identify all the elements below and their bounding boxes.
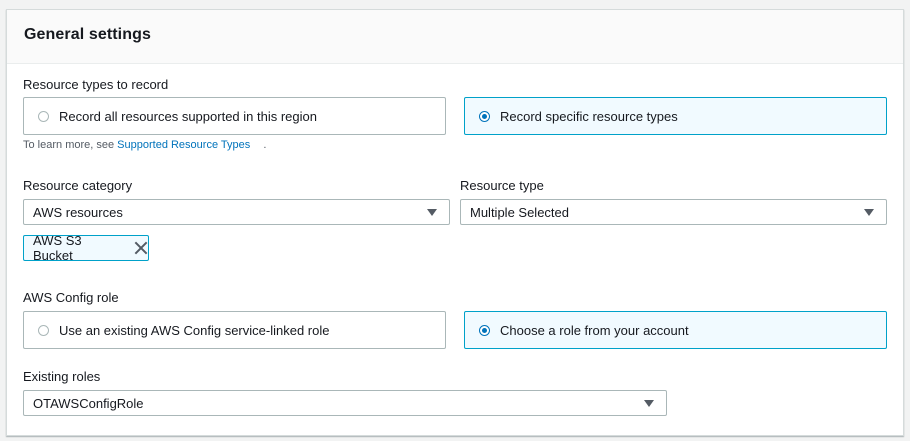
existing-roles-value: OTAWSConfigRole [33, 395, 144, 411]
resource-types-help: To learn more, see Supported Resource Ty… [23, 139, 266, 151]
resource-category-select[interactable]: AWS resources [23, 199, 450, 225]
resource-types-label: Resource types to record [23, 77, 169, 92]
resource-type-value: Multiple Selected [470, 204, 569, 220]
close-icon[interactable] [134, 241, 148, 255]
help-prefix: To learn more, see [23, 139, 115, 151]
caret-down-icon [864, 209, 874, 216]
help-suffix: . [263, 139, 267, 151]
resource-type-label: Resource type [460, 178, 544, 193]
record-specific-resources-label: Record specific resource types [500, 108, 678, 124]
radio-checked-icon[interactable] [479, 324, 490, 336]
radio-unchecked-icon[interactable] [38, 324, 49, 336]
existing-service-linked-role-option[interactable]: Use an existing AWS Config service-linke… [23, 311, 446, 349]
panel-header: General settings [7, 10, 903, 64]
resource-category-label: Resource category [23, 178, 133, 193]
radio-unchecked-icon[interactable] [38, 110, 49, 122]
supported-resource-types-link[interactable]: Supported Resource Types [117, 139, 250, 151]
panel-title: General settings [24, 26, 151, 43]
radio-checked-icon[interactable] [479, 110, 490, 122]
token-label: AWS S3 Bucket [33, 233, 82, 263]
selected-token: AWS S3 Bucket [23, 233, 149, 263]
caret-down-icon [427, 209, 437, 216]
caret-down-icon [644, 400, 654, 407]
choose-role-label: Choose a role from your account [500, 322, 689, 338]
choose-role-option[interactable]: Choose a role from your account [464, 311, 887, 349]
record-specific-resources-option[interactable]: Record specific resource types [464, 97, 887, 135]
resource-category-value: AWS resources [33, 204, 123, 220]
existing-service-linked-role-label: Use an existing AWS Config service-linke… [59, 322, 330, 338]
general-settings-panel: General settings Resource types to recor… [6, 9, 904, 436]
existing-roles-select[interactable]: OTAWSConfigRole [23, 390, 667, 416]
record-all-resources-option[interactable]: Record all resources supported in this r… [23, 97, 446, 135]
config-role-label: AWS Config role [23, 290, 119, 305]
existing-roles-label: Existing roles [23, 369, 101, 384]
record-all-resources-label: Record all resources supported in this r… [59, 108, 317, 124]
resource-type-select[interactable]: Multiple Selected [460, 199, 887, 225]
